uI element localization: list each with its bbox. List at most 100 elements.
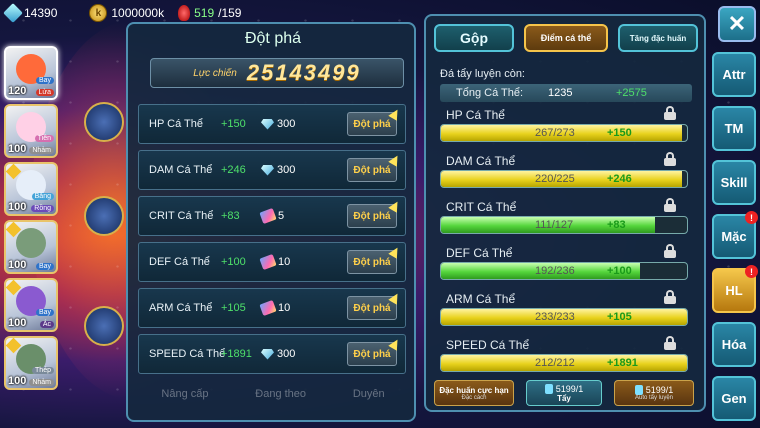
stamina-max: /159	[218, 6, 242, 20]
tab-merge[interactable]: Gộp	[434, 24, 514, 52]
hero-tag: Nhảm	[29, 379, 54, 386]
tab-trait-points[interactable]: Điểm cá thể	[524, 24, 608, 52]
close-button[interactable]: ✕	[718, 6, 756, 42]
trait-progress-bar: 192/236 +100	[440, 262, 688, 280]
menu-attr[interactable]: Attr	[712, 52, 756, 97]
menu-hl[interactable]: HL!	[712, 265, 758, 313]
lock-icon[interactable]	[664, 336, 676, 350]
menu-tm[interactable]: TM	[712, 106, 756, 151]
stat-gain: +150	[221, 118, 246, 130]
stat-cost: 300	[261, 164, 295, 176]
diamond-icon	[261, 118, 274, 130]
trait-name: HP Cá Thể	[446, 108, 505, 122]
menu-mac[interactable]: Mặc!	[712, 211, 758, 259]
lock-icon[interactable]	[664, 198, 676, 212]
stat-cost: 300	[261, 118, 295, 130]
trait-progress-bar: 111/127 +83	[440, 216, 688, 234]
stat-row-crit: CRIT Cá Thể +83 5 Đột phá	[138, 196, 406, 236]
breakthrough-button[interactable]: Đột phá	[347, 158, 397, 182]
trait-row: CRIT Cá Thể 111/127 +83	[440, 198, 688, 240]
combat-power-bar: Lực chiến 25143499	[150, 58, 404, 88]
hero-slot[interactable]: Bay Lửa 120	[4, 46, 58, 100]
tab-fate[interactable]: Duyên	[353, 388, 385, 400]
gold-counter: k 1000000k	[89, 4, 164, 22]
auto-wash-count: 5199/1	[634, 385, 674, 395]
tab-following[interactable]: Đang theo	[255, 388, 306, 400]
stat-gain: +83	[221, 210, 240, 222]
trait-row: DEF Cá Thể 192/236 +100	[440, 244, 688, 286]
hero-slot[interactable]: Băng Rồng 100	[4, 162, 58, 216]
breakthrough-panel: Đột phá Lực chiến 25143499 HP Cá Thể +15…	[126, 22, 416, 422]
hero-tag: Lửa	[35, 89, 54, 96]
gem-counter: 14390	[3, 3, 57, 23]
menu-attr-label: Attr	[722, 67, 746, 82]
breakthrough-button[interactable]: Đột phá	[347, 296, 397, 320]
lock-icon[interactable]	[664, 290, 676, 304]
equipment-orb-icon[interactable]	[84, 102, 124, 142]
special-training-button[interactable]: Đặc huấn cực hạn Đặc cách	[434, 380, 514, 406]
hero-level: 100	[8, 143, 27, 155]
menu-skill[interactable]: Skill	[712, 160, 756, 205]
lock-orb-icon[interactable]	[84, 196, 124, 236]
stat-name: DAM Cá Thể	[149, 164, 213, 176]
stat-gain: +1891	[221, 348, 252, 360]
breakthrough-button[interactable]: Đột phá	[347, 112, 397, 136]
scroll-icon	[259, 207, 277, 225]
breakthrough-button[interactable]: Đột phá	[347, 250, 397, 274]
tab-special-training[interactable]: Tăng đặc huấn	[618, 24, 698, 52]
trait-gain: +83	[607, 219, 626, 231]
trait-progress-bar: 220/225 +246	[440, 170, 688, 188]
remaining-stones-label: Đá tẩy luyện còn:	[440, 68, 525, 80]
auto-wash-button[interactable]: 5199/1 Auto tẩy luyện	[614, 380, 694, 406]
trait-row: ARM Cá Thể 233/233 +105	[440, 290, 688, 332]
special-training-label: Đặc huấn cực hạn	[439, 385, 509, 395]
trait-gain: +150	[607, 127, 632, 139]
stat-row-hp: HP Cá Thể +150 300 Đột phá	[138, 104, 406, 144]
stat-cost: 10	[259, 299, 290, 317]
hero-slot[interactable]: Bay Ác 100	[4, 278, 58, 332]
combat-power-label: Lực chiến	[193, 67, 237, 79]
auto-wash-count-value: 5199/1	[645, 385, 674, 395]
hero-level: 100	[8, 201, 27, 213]
trait-row: DAM Cá Thể 220/225 +246	[440, 152, 688, 194]
trait-row: HP Cá Thể 267/273 +150	[440, 106, 688, 148]
trait-row: SPEED Cá Thể 212/212 +1891	[440, 336, 688, 378]
scroll-icon	[259, 253, 277, 271]
trait-name: SPEED Cá Thể	[446, 338, 530, 352]
combat-power-value: 25143499	[246, 60, 361, 85]
stat-name: DEF Cá Thể	[149, 256, 210, 268]
wash-button[interactable]: 5199/1 Tẩy	[526, 380, 602, 406]
stat-row-speed: SPEED Cá Thể +1891 300 Đột phá	[138, 334, 406, 374]
coin-icon: k	[89, 4, 108, 22]
gold-amount: 1000000k	[111, 6, 165, 20]
breakthrough-button[interactable]: Đột phá	[347, 342, 397, 366]
panel-title: Đột phá	[244, 30, 302, 47]
menu-hoa[interactable]: Hóa	[712, 322, 756, 367]
lock-icon[interactable]	[664, 152, 676, 166]
menu-tm-label: TM	[724, 121, 744, 136]
hero-tag: Bay	[35, 77, 54, 84]
core-orb-icon[interactable]	[84, 306, 124, 346]
hero-tag: Băng	[31, 193, 54, 200]
hero-slot[interactable]: Thép Nhảm 100	[4, 336, 58, 390]
total-trait-label: Tổng Cá Thể:	[456, 87, 524, 99]
stat-name: SPEED Cá Thể	[149, 348, 226, 360]
hero-slot[interactable]: Tiên Nhảm 100	[4, 104, 58, 158]
trait-value: 212/212	[535, 357, 575, 369]
trait-name: DAM Cá Thể	[446, 154, 516, 168]
diamond-icon	[261, 164, 274, 176]
wash-count: 5199/1	[544, 383, 583, 394]
trait-gain: +1891	[607, 357, 638, 369]
menu-gen[interactable]: Gen	[712, 376, 756, 421]
stat-cost: 5	[259, 207, 284, 225]
stat-row-def: DEF Cá Thể +100 10 Đột phá	[138, 242, 406, 282]
hero-tag: Bay	[35, 309, 54, 316]
side-menu: Attr TM Skill Mặc! HL! Hóa Gen	[712, 52, 758, 421]
breakthrough-button[interactable]: Đột phá	[347, 204, 397, 228]
stamina-current: 519	[194, 6, 215, 20]
hero-slot[interactable]: Bay 100	[4, 220, 58, 274]
lock-icon[interactable]	[664, 106, 676, 120]
tab-upgrade[interactable]: Nâng cấp	[161, 388, 208, 400]
lock-icon[interactable]	[664, 244, 676, 258]
auto-wash-label: Auto tẩy luyện	[634, 395, 674, 401]
